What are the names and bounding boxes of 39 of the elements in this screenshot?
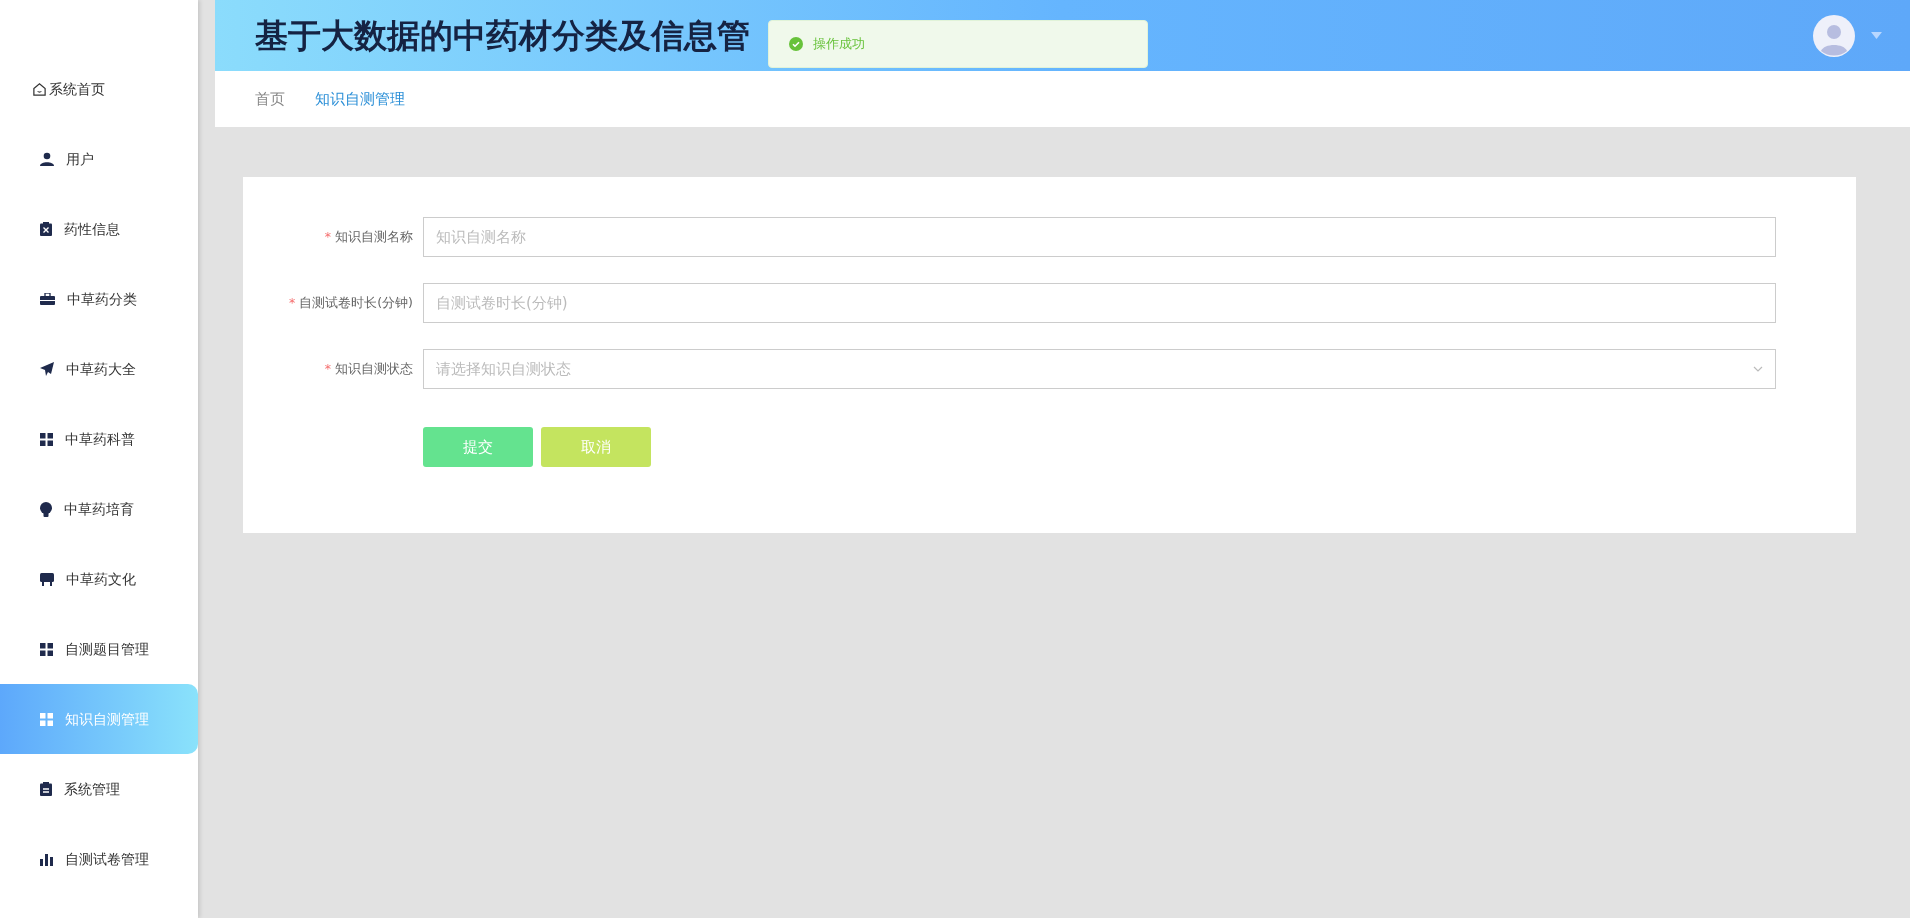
bulb-icon bbox=[40, 501, 52, 517]
sidebar-item[interactable]: 中草药大全 bbox=[0, 334, 198, 404]
grid-icon bbox=[40, 642, 53, 656]
sidebar-item[interactable]: 自测题目管理 bbox=[0, 614, 198, 684]
sidebar-item[interactable]: 系统管理 bbox=[0, 754, 198, 824]
sidebar-item[interactable]: 中草药培育 bbox=[0, 474, 198, 544]
caret-icon[interactable] bbox=[1871, 32, 1882, 39]
input-field[interactable]: 知识自测名称 bbox=[423, 217, 1776, 257]
sidebar-item[interactable]: 系统首页 bbox=[0, 54, 198, 124]
field-label: 自测试卷时长(分钟) bbox=[299, 293, 413, 312]
toast-message: 操作成功 bbox=[813, 35, 865, 54]
check-circle-icon bbox=[789, 37, 803, 51]
required-mark: * bbox=[324, 228, 331, 244]
sidebar-item[interactable]: 药性信息 bbox=[0, 194, 198, 264]
shop-icon bbox=[40, 572, 54, 586]
required-mark: * bbox=[289, 294, 296, 310]
app-title: 基于大数据的中药材分类及信息管 bbox=[255, 14, 750, 57]
briefcase-icon bbox=[40, 293, 55, 305]
sidebar-item[interactable]: 中草药科普 bbox=[0, 404, 198, 474]
chevron-down-icon bbox=[1753, 366, 1763, 372]
sidebar-item[interactable]: 中草药文化 bbox=[0, 544, 198, 614]
grid-icon bbox=[40, 432, 53, 446]
bar-chart-icon bbox=[40, 852, 53, 866]
field-label: 知识自测状态 bbox=[335, 359, 413, 378]
breadcrumb-link[interactable]: 首页 bbox=[255, 87, 285, 111]
paper-plane-icon bbox=[40, 362, 54, 376]
clipboard-x-icon bbox=[40, 222, 52, 236]
grid-icon bbox=[40, 712, 53, 726]
breadcrumb-link[interactable]: 知识自测管理 bbox=[315, 87, 405, 111]
required-mark: * bbox=[324, 360, 331, 376]
sidebar-item[interactable]: 中草药分类 bbox=[0, 264, 198, 334]
field-label: 知识自测名称 bbox=[335, 227, 413, 246]
person-icon bbox=[40, 152, 54, 166]
avatar-icon[interactable] bbox=[1813, 14, 1855, 57]
sidebar-item[interactable]: 用户 bbox=[0, 124, 198, 194]
sidebar-item[interactable]: 自测试卷管理 bbox=[0, 824, 198, 894]
clipboard-icon bbox=[40, 782, 52, 796]
input-field[interactable]: 自测试卷时长(分钟) bbox=[423, 283, 1776, 323]
home-icon bbox=[32, 81, 47, 97]
